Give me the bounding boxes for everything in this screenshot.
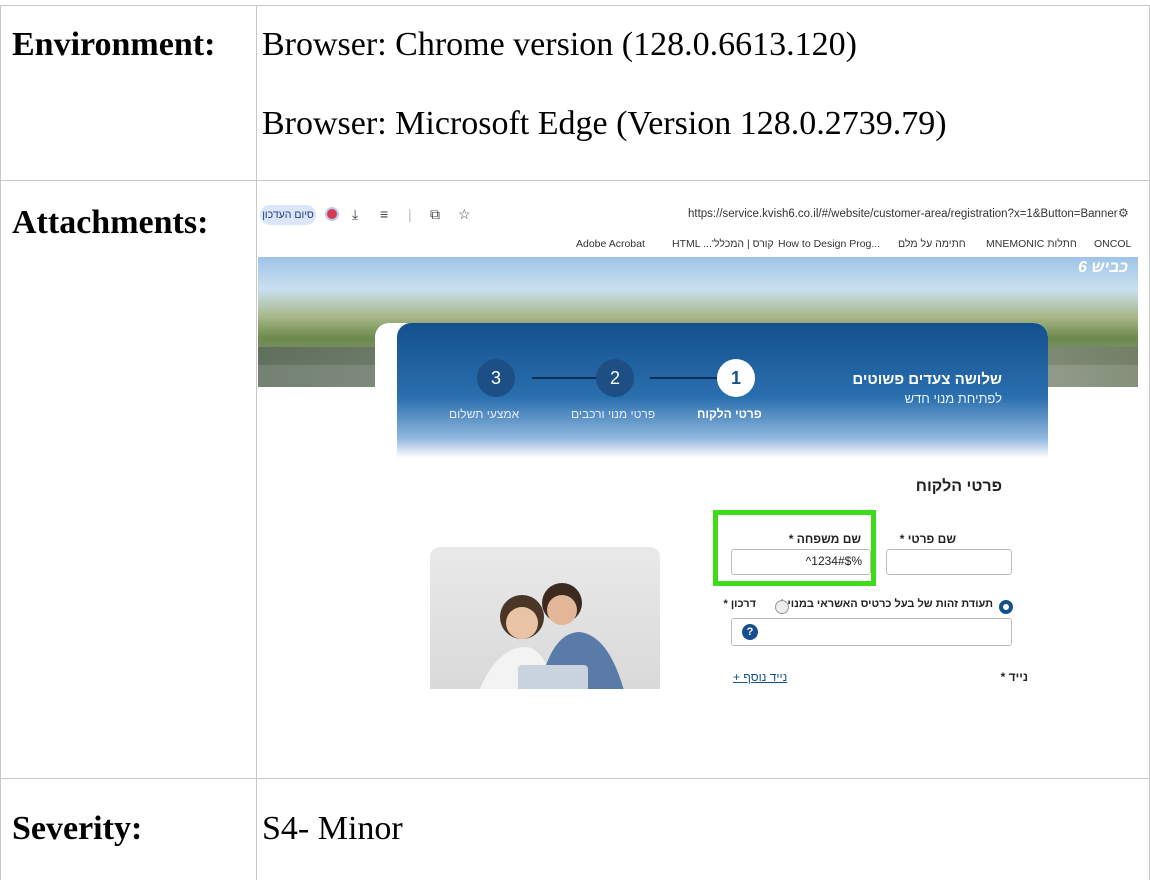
id-option-label: * תעודת זהות של בעל כרטיס האשראי במנוי bbox=[780, 598, 993, 610]
passport-radio[interactable] bbox=[775, 600, 789, 614]
environment-chrome: Browser: Chrome version (128.0.6613.120) bbox=[262, 26, 857, 63]
tune-icon[interactable]: ⚙ bbox=[1118, 206, 1129, 220]
finish-editing-button[interactable]: סיום העדכון bbox=[260, 205, 316, 225]
bookmark-acrobat[interactable]: Adobe Acrobat bbox=[576, 238, 645, 250]
download-icon[interactable]: ⤓ bbox=[352, 206, 358, 223]
id-input[interactable] bbox=[731, 618, 1012, 646]
add-mobile-link[interactable]: + נייד נוסף bbox=[733, 670, 787, 684]
table-border-left bbox=[0, 5, 1, 880]
bookmark-signature[interactable]: חתימה על מלם bbox=[898, 238, 966, 250]
mobile-label: * נייד bbox=[1000, 670, 1028, 684]
passport-option-label: * דרכון bbox=[723, 598, 756, 610]
star-icon[interactable]: ☆ bbox=[458, 206, 471, 223]
section-title: פרטי הלקוח bbox=[915, 478, 1002, 495]
severity-value: S4- Minor bbox=[262, 810, 403, 847]
steps-header: 1 2 3 פרטי הלקוח פרטי מנוי ורכבים אמצעי … bbox=[397, 323, 1048, 458]
header-subtitle: לפתיחת מנוי חדש bbox=[904, 391, 1002, 406]
first-name-input[interactable] bbox=[886, 549, 1012, 575]
bookmark-design[interactable]: How to Design Prog... bbox=[778, 238, 880, 250]
attachment-screenshot: סיום העדכון ⤓ ≡ | ⧉ ☆ https://service.kv… bbox=[258, 197, 1138, 689]
bookmarks-bar: Adobe Acrobat HTML ...'קורס | המכלל How … bbox=[258, 233, 1138, 257]
table-border-top bbox=[0, 5, 1150, 6]
bookmark-html-course[interactable]: HTML ...'קורס | המכלל bbox=[672, 238, 774, 250]
environment-edge: Browser: Microsoft Edge (Version 128.0.2… bbox=[262, 105, 947, 142]
row-divider-2 bbox=[0, 778, 1150, 779]
site-logo[interactable]: כביש 6 bbox=[1078, 259, 1138, 299]
row-divider-1 bbox=[0, 180, 1150, 181]
step-1-label: פרטי הלקוח bbox=[697, 407, 762, 421]
id-radio[interactable] bbox=[999, 600, 1013, 614]
couple-illustration bbox=[479, 583, 624, 689]
bookmark-mnemonic[interactable]: MNEMONIC חתלות bbox=[986, 238, 1077, 250]
reading-list-icon[interactable]: ≡ bbox=[380, 206, 388, 222]
environment-label: Environment: bbox=[12, 26, 216, 63]
column-divider bbox=[256, 5, 257, 880]
severity-label: Severity: bbox=[12, 810, 143, 847]
toolbar-separator: | bbox=[408, 206, 412, 222]
help-icon[interactable]: ? bbox=[742, 624, 758, 640]
extensions-icon[interactable]: ⧉ bbox=[430, 206, 440, 223]
bookmark-oncol[interactable]: ONCOL bbox=[1094, 238, 1131, 250]
step-3-circle: 3 bbox=[477, 359, 515, 397]
attachments-label: Attachments: bbox=[12, 204, 209, 241]
header-title: שלושה צעדים פשוטים bbox=[852, 371, 1002, 388]
record-icon[interactable] bbox=[325, 207, 339, 221]
address-bar[interactable]: https://service.kvish6.co.il/#/website/c… bbox=[688, 208, 1118, 220]
step-3-label: אמצעי תשלום bbox=[449, 407, 520, 421]
step-2-circle: 2 bbox=[596, 359, 634, 397]
first-name-label: * שם פרטי bbox=[899, 532, 956, 546]
step-2-label: פרטי מנוי ורכבים bbox=[571, 407, 656, 421]
couple-photo bbox=[430, 547, 660, 689]
highlight-box bbox=[713, 510, 876, 586]
browser-toolbar: סיום העדכון ⤓ ≡ | ⧉ ☆ https://service.kv… bbox=[258, 197, 1138, 233]
step-1-circle: 1 bbox=[717, 359, 755, 397]
